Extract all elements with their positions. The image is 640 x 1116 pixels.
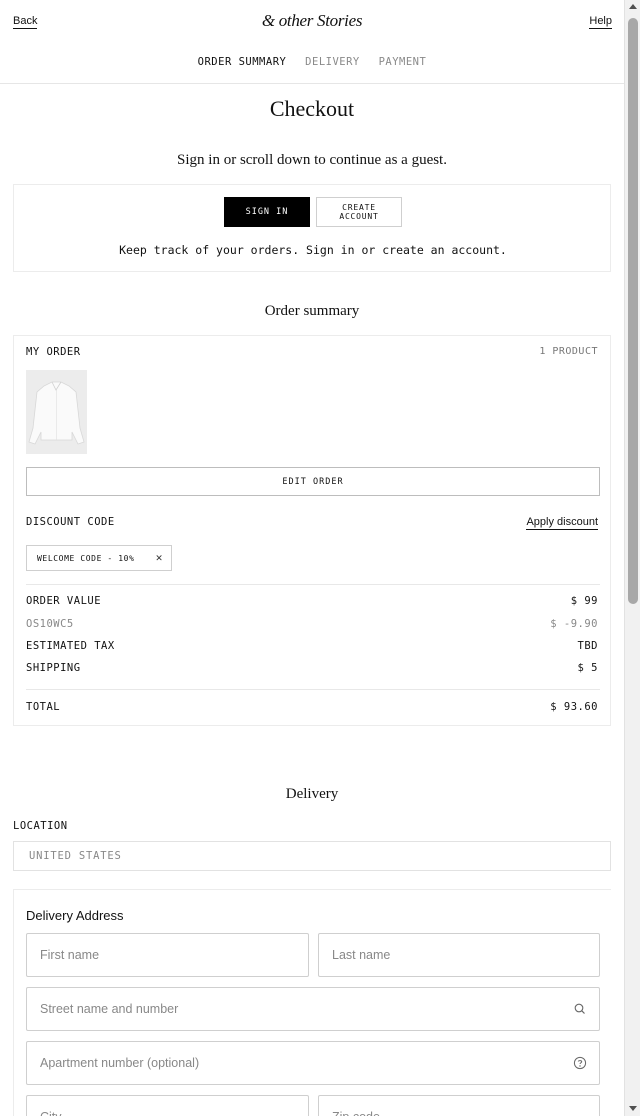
estimated-tax-label: ESTIMATED TAX bbox=[26, 640, 115, 652]
signin-note: Keep track of your orders. Sign in or cr… bbox=[119, 243, 507, 257]
signin-panel: SIGN IN CREATE ACCOUNT Keep track of you… bbox=[13, 184, 611, 272]
city-field[interactable]: City bbox=[26, 1095, 309, 1116]
delivery-address-panel: Delivery Address First name Last name St… bbox=[13, 889, 611, 1116]
sign-in-button[interactable]: SIGN IN bbox=[224, 197, 310, 227]
white-shirt-image bbox=[26, 370, 87, 454]
order-value-amount: $ 99 bbox=[570, 595, 598, 607]
search-icon[interactable] bbox=[573, 1002, 587, 1016]
location-label: LOCATION bbox=[13, 820, 68, 832]
location-select[interactable]: UNITED STATES bbox=[13, 841, 611, 871]
edit-order-button[interactable]: EDIT ORDER bbox=[26, 467, 600, 496]
estimated-tax-value: TBD bbox=[577, 640, 598, 652]
product-count: 1 PRODUCT bbox=[539, 346, 598, 357]
first-name-field[interactable]: First name bbox=[26, 933, 309, 977]
shipping-label: SHIPPING bbox=[26, 662, 81, 674]
street-placeholder: Street name and number bbox=[40, 1002, 179, 1016]
checkout-steps: ORDER SUMMARY DELIVERY PAYMENT bbox=[0, 56, 624, 68]
create-account-button[interactable]: CREATE ACCOUNT bbox=[316, 197, 402, 227]
applied-discount-chip: WELCOME CODE - 10% ✕ bbox=[26, 545, 172, 571]
divider bbox=[26, 689, 600, 690]
checkout-header: Back & other Stories Help ORDER SUMMARY … bbox=[0, 0, 624, 84]
step-delivery[interactable]: DELIVERY bbox=[305, 56, 360, 68]
my-order-label: MY ORDER bbox=[26, 346, 81, 358]
zip-code-field[interactable]: Zip code bbox=[318, 1095, 600, 1116]
discount-code-applied-label: OS10WC5 bbox=[26, 618, 74, 630]
total-label: TOTAL bbox=[26, 701, 61, 713]
scroll-down-arrow-icon[interactable] bbox=[629, 1106, 637, 1111]
help-link[interactable]: Help bbox=[589, 15, 612, 29]
step-order-summary[interactable]: ORDER SUMMARY bbox=[198, 56, 287, 68]
help-circle-icon[interactable] bbox=[573, 1056, 587, 1070]
divider bbox=[26, 584, 600, 585]
discount-chip-label: WELCOME CODE - 10% bbox=[37, 553, 135, 563]
last-name-field[interactable]: Last name bbox=[318, 933, 600, 977]
apartment-placeholder: Apartment number (optional) bbox=[40, 1056, 200, 1070]
close-icon[interactable]: ✕ bbox=[156, 551, 163, 564]
shipping-value: $ 5 bbox=[577, 662, 598, 674]
delivery-address-title: Delivery Address bbox=[26, 908, 124, 923]
street-field[interactable]: Street name and number bbox=[26, 987, 600, 1031]
discount-code-label: DISCOUNT CODE bbox=[26, 516, 115, 528]
delivery-title: Delivery bbox=[285, 786, 339, 802]
guest-prompt: Sign in or scroll down to continue as a … bbox=[177, 152, 447, 168]
order-summary-title: Order summary bbox=[264, 303, 360, 319]
product-thumbnail[interactable] bbox=[26, 370, 87, 454]
scrollbar-thumb[interactable] bbox=[628, 18, 638, 604]
apply-discount-link[interactable]: Apply discount bbox=[526, 516, 598, 530]
total-value: $ 93.60 bbox=[550, 701, 598, 713]
page-title: Checkout bbox=[269, 96, 355, 121]
scroll-up-arrow-icon[interactable] bbox=[629, 4, 637, 9]
page-scrollbar[interactable] bbox=[624, 0, 640, 1116]
order-summary-panel: MY ORDER 1 PRODUCT EDIT ORDER DISCOUNT C… bbox=[13, 335, 611, 726]
discount-amount: $ -9.90 bbox=[550, 618, 598, 630]
brand-logo[interactable]: & other Stories bbox=[0, 11, 624, 31]
step-payment[interactable]: PAYMENT bbox=[379, 56, 427, 68]
apartment-field[interactable]: Apartment number (optional) bbox=[26, 1041, 600, 1085]
order-value-label: ORDER VALUE bbox=[26, 595, 102, 607]
